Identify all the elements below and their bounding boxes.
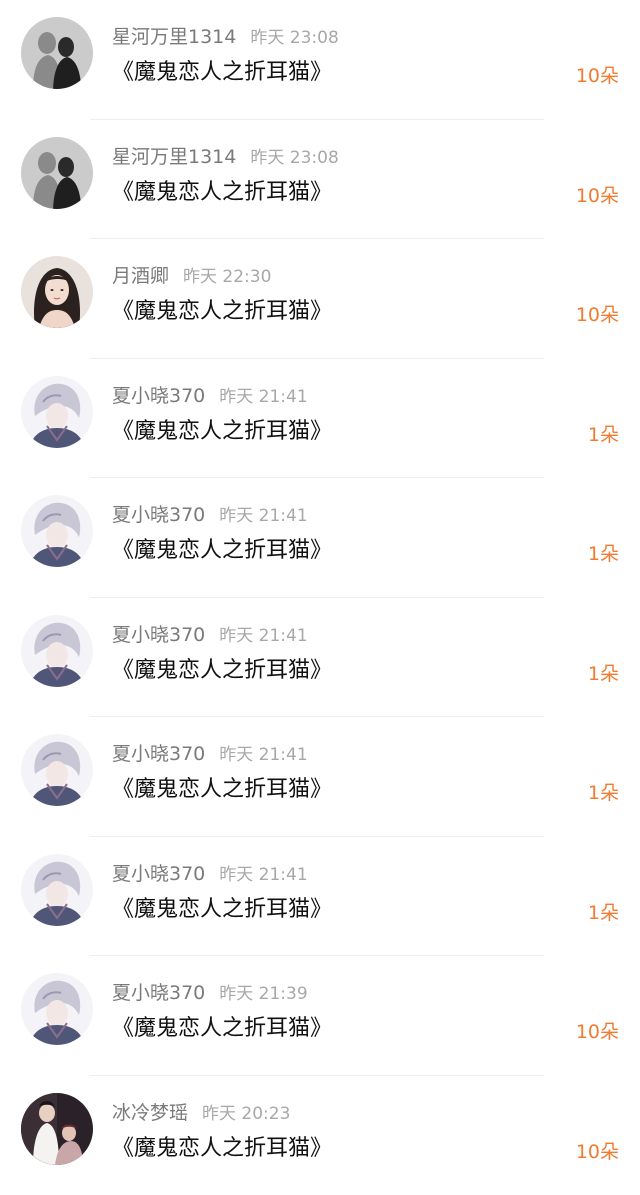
user-avatar[interactable] — [21, 615, 93, 687]
gift-count: 1朵 — [588, 898, 619, 928]
record-meta: 夏小晓370 昨天 21:41 — [112, 381, 308, 411]
timestamp: 昨天 21:41 — [219, 387, 307, 407]
anime-character-icon — [21, 376, 93, 448]
gift-title: 《魔鬼恋人之折耳猫》 — [112, 774, 332, 806]
record-meta: 夏小晓370 昨天 21:41 — [112, 739, 308, 769]
gift-title: 《魔鬼恋人之折耳猫》 — [112, 535, 332, 567]
user-avatar[interactable] — [21, 137, 93, 209]
username[interactable]: 夏小晓370 — [112, 743, 205, 765]
gift-record-row[interactable]: 夏小晓370 昨天 21:39 《魔鬼恋人之折耳猫》 10朵 — [0, 956, 640, 1076]
timestamp: 昨天 21:41 — [219, 745, 307, 765]
gift-title: 《魔鬼恋人之折耳猫》 — [112, 57, 332, 89]
record-meta: 冰冷梦瑶昨天 20:23 — [112, 1098, 290, 1128]
gift-count: 1朵 — [588, 659, 619, 689]
anime-character-icon — [21, 973, 93, 1045]
gift-record-list: 星河万里1314 昨天 23:08 《魔鬼恋人之折耳猫》 10朵 星河万里1314… — [0, 0, 640, 1184]
timestamp: 昨天 21:41 — [219, 865, 307, 885]
gift-title: 《魔鬼恋人之折耳猫》 — [112, 1133, 332, 1165]
timestamp: 昨天 21:41 — [219, 506, 307, 526]
gift-record-row[interactable]: 星河万里1314 昨天 23:08 《魔鬼恋人之折耳猫》 10朵 — [0, 0, 640, 120]
gift-record-row[interactable]: 夏小晓370 昨天 21:41 《魔鬼恋人之折耳猫》 1朵 — [0, 359, 640, 479]
user-avatar[interactable] — [21, 1093, 93, 1165]
timestamp: 昨天 21:41 — [219, 626, 307, 646]
username[interactable]: 夏小晓370 — [112, 863, 205, 885]
gift-count: 10朵 — [576, 1017, 619, 1047]
gift-title: 《魔鬼恋人之折耳猫》 — [112, 296, 332, 328]
user-avatar[interactable] — [21, 854, 93, 926]
timestamp: 昨天 23:08 — [250, 28, 338, 48]
user-avatar[interactable] — [21, 256, 93, 328]
gift-count: 1朵 — [588, 778, 619, 808]
gift-count: 10朵 — [576, 181, 619, 211]
username[interactable]: 夏小晓370 — [112, 624, 205, 646]
username[interactable]: 夏小晓370 — [112, 385, 205, 407]
username[interactable]: 星河万里1314 — [112, 26, 236, 48]
anime-character-icon — [21, 734, 93, 806]
record-meta: 月酒卿昨天 22:30 — [112, 261, 271, 291]
anime-character-icon — [21, 854, 93, 926]
gift-title: 《魔鬼恋人之折耳猫》 — [112, 655, 332, 687]
record-meta: 夏小晓370 昨天 21:41 — [112, 620, 308, 650]
timestamp: 昨天 20:23 — [202, 1104, 290, 1124]
anime-character-icon — [21, 615, 93, 687]
gift-record-row[interactable]: 夏小晓370 昨天 21:41 《魔鬼恋人之折耳猫》 1朵 — [0, 478, 640, 598]
username[interactable]: 夏小晓370 — [112, 982, 205, 1004]
gift-count: 1朵 — [588, 539, 619, 569]
username[interactable]: 星河万里1314 — [112, 146, 236, 168]
gift-title: 《魔鬼恋人之折耳猫》 — [112, 894, 332, 926]
gift-title: 《魔鬼恋人之折耳猫》 — [112, 1013, 332, 1045]
record-meta: 夏小晓370 昨天 21:39 — [112, 978, 308, 1008]
silhouette-couple-icon — [21, 17, 93, 89]
user-avatar[interactable] — [21, 734, 93, 806]
gift-record-row[interactable]: 夏小晓370 昨天 21:41 《魔鬼恋人之折耳猫》 1朵 — [0, 717, 640, 837]
gift-record-row[interactable]: 夏小晓370 昨天 21:41 《魔鬼恋人之折耳猫》 1朵 — [0, 598, 640, 718]
gift-title: 《魔鬼恋人之折耳猫》 — [112, 416, 332, 448]
silhouette-couple-icon — [21, 137, 93, 209]
gift-record-row[interactable]: 夏小晓370 昨天 21:41 《魔鬼恋人之折耳猫》 1朵 — [0, 837, 640, 957]
dancing-couple-icon — [21, 1093, 93, 1165]
gift-title: 《魔鬼恋人之折耳猫》 — [112, 177, 332, 209]
gift-count: 1朵 — [588, 420, 619, 450]
record-meta: 星河万里1314 昨天 23:08 — [112, 22, 339, 52]
gift-record-row[interactable]: 星河万里1314 昨天 23:08 《魔鬼恋人之折耳猫》 10朵 — [0, 120, 640, 240]
anime-character-icon — [21, 495, 93, 567]
gift-record-row[interactable]: 冰冷梦瑶昨天 20:23 《魔鬼恋人之折耳猫》 10朵 — [0, 1076, 640, 1195]
user-avatar[interactable] — [21, 973, 93, 1045]
username[interactable]: 夏小晓370 — [112, 504, 205, 526]
user-avatar[interactable] — [21, 376, 93, 448]
gift-count: 10朵 — [576, 61, 619, 91]
gift-count: 10朵 — [576, 300, 619, 330]
woman-portrait-icon — [21, 256, 93, 328]
user-avatar[interactable] — [21, 495, 93, 567]
gift-count: 10朵 — [576, 1137, 619, 1167]
record-meta: 夏小晓370 昨天 21:41 — [112, 500, 308, 530]
user-avatar[interactable] — [21, 17, 93, 89]
timestamp: 昨天 23:08 — [250, 148, 338, 168]
username[interactable]: 冰冷梦瑶 — [112, 1102, 188, 1124]
record-meta: 夏小晓370 昨天 21:41 — [112, 859, 308, 889]
gift-record-row[interactable]: 月酒卿昨天 22:30 《魔鬼恋人之折耳猫》 10朵 — [0, 239, 640, 359]
timestamp: 昨天 21:39 — [219, 984, 307, 1004]
username[interactable]: 月酒卿 — [112, 265, 169, 287]
timestamp: 昨天 22:30 — [183, 267, 271, 287]
record-meta: 星河万里1314 昨天 23:08 — [112, 142, 339, 172]
